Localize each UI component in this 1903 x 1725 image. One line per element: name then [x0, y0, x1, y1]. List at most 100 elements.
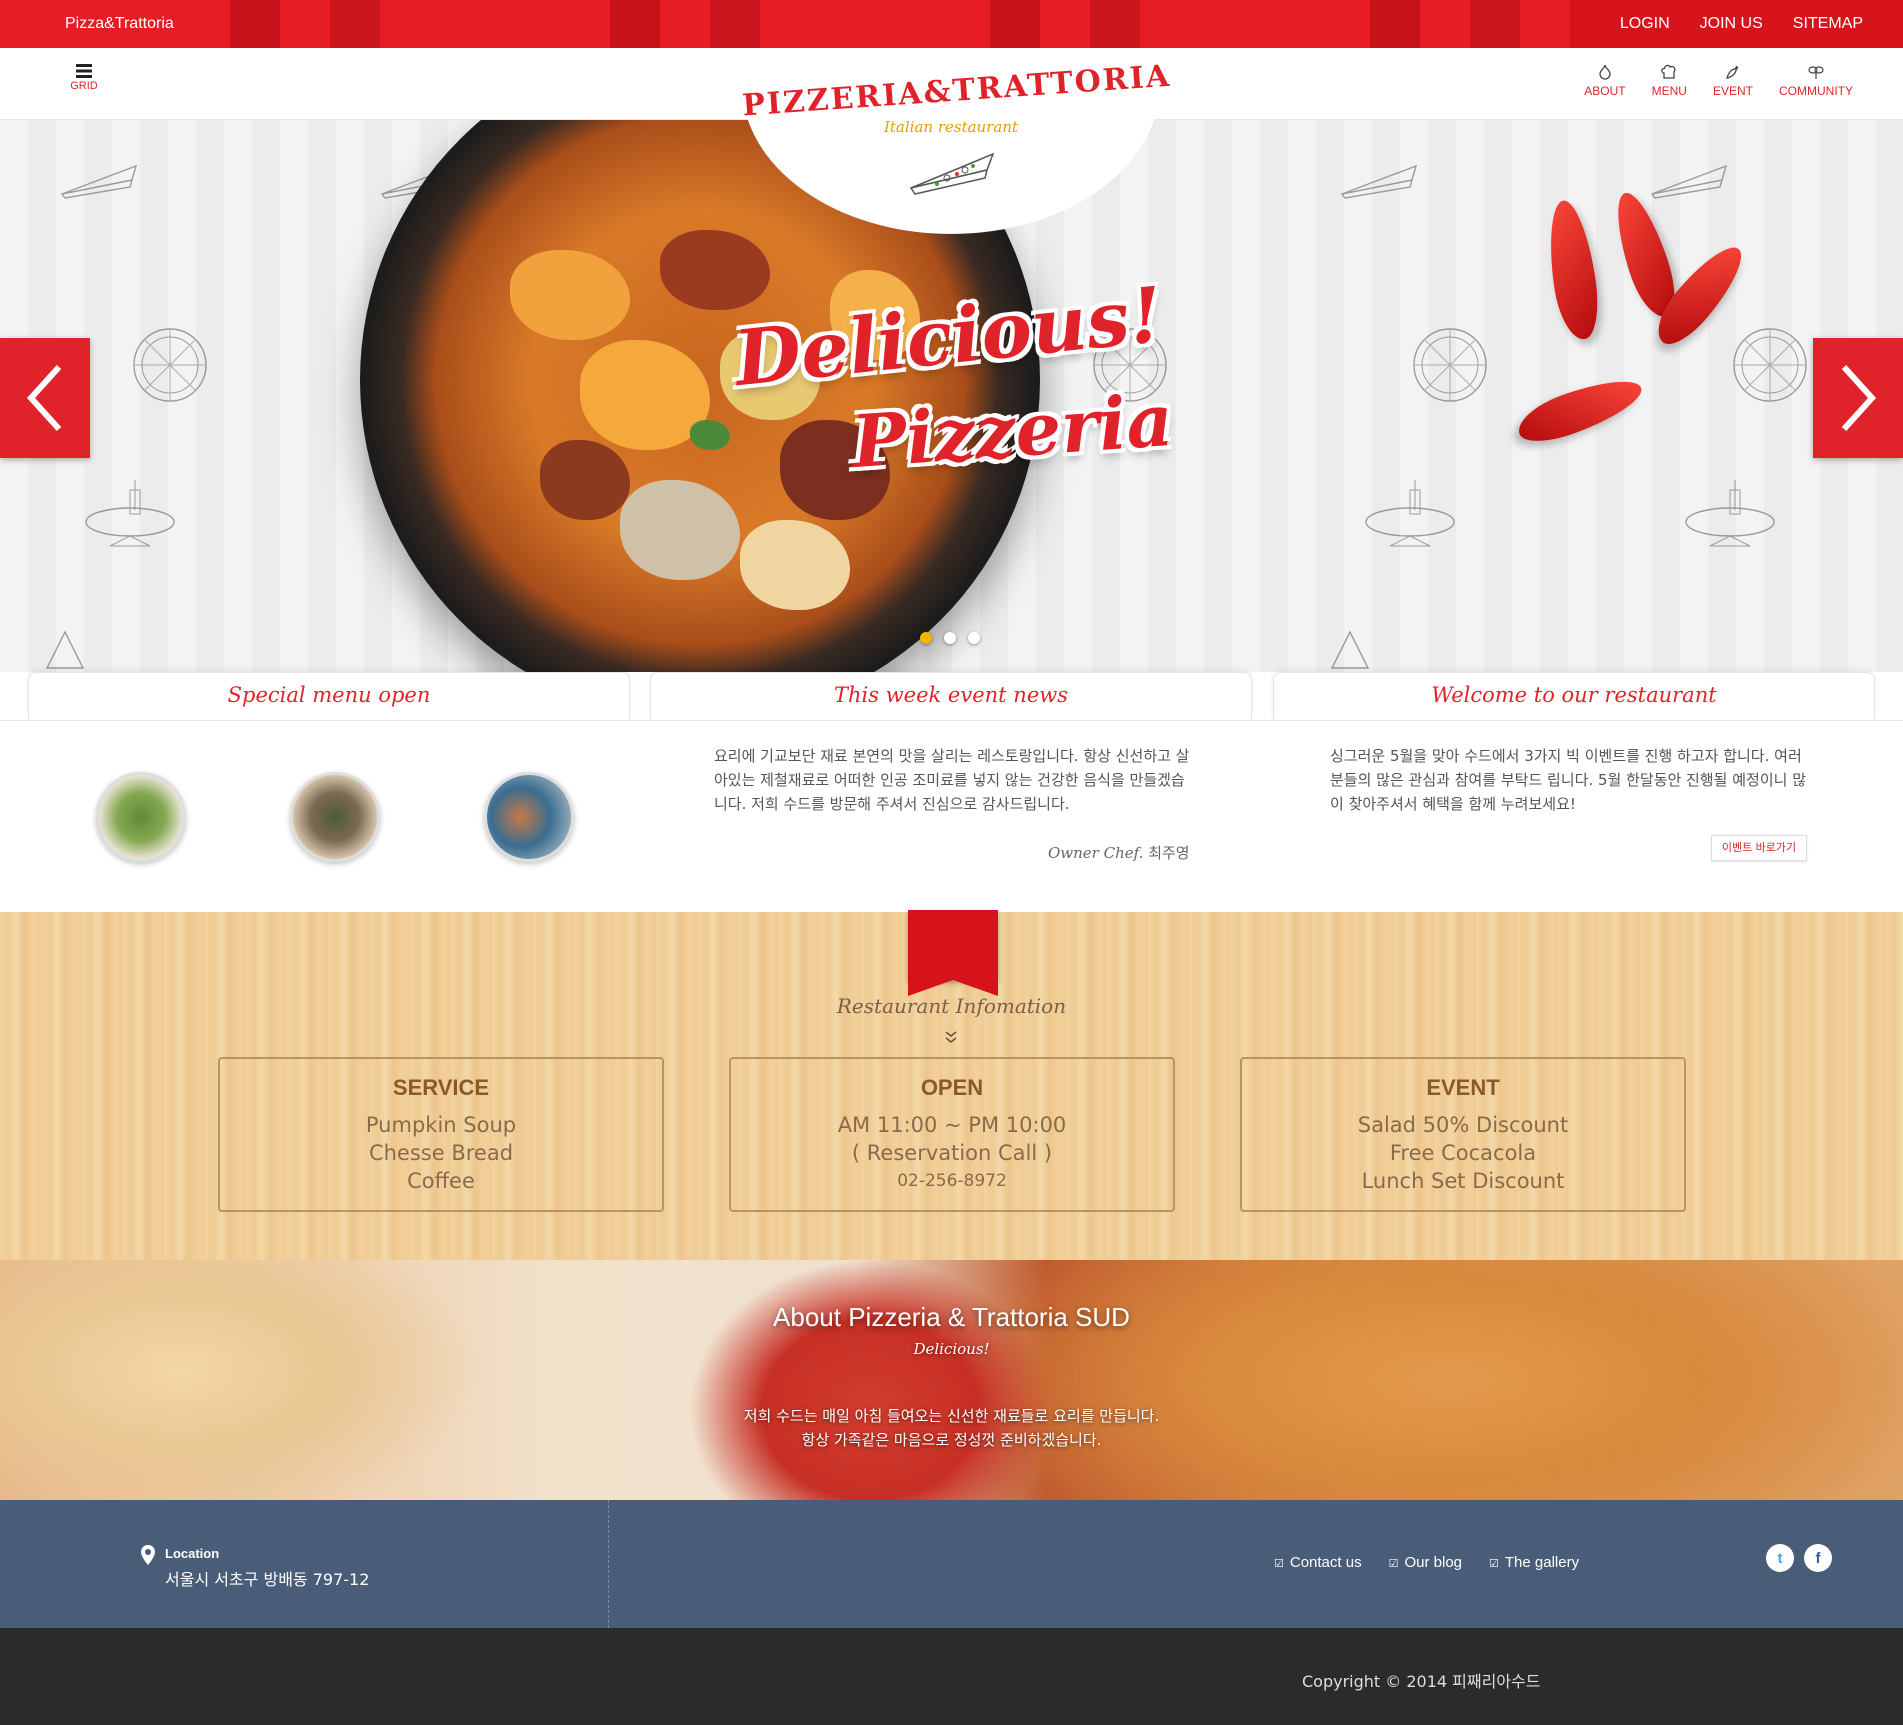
pizza-slice-icon	[909, 152, 995, 195]
hamburger-icon	[76, 64, 92, 78]
nav-item-about[interactable]: ABOUT	[1584, 64, 1626, 98]
facebook-icon[interactable]: f	[1804, 1544, 1832, 1572]
nav-item-event[interactable]: EVENT	[1713, 64, 1753, 98]
grid-label: GRID	[70, 80, 98, 92]
nav-event-label: EVENT	[1712, 84, 1753, 98]
join-us-link[interactable]: JOIN US	[1700, 0, 1763, 48]
info-title: Restaurant Infomation	[836, 994, 1067, 1018]
slider-dot[interactable]	[920, 632, 932, 644]
whole-pizza-sketch-icon	[1413, 328, 1487, 402]
nav-item-menu[interactable]: MENU	[1652, 64, 1687, 98]
event-shortcut-button[interactable]: 이벤트 바로가기	[1711, 835, 1807, 861]
pizza-sketch-icon	[60, 164, 138, 199]
chili-pepper-image	[1512, 368, 1648, 452]
main-nav: ABOUT MENU EVENT COMMUNITY	[1558, 64, 1853, 98]
welcome-text: 싱그러운 5월을 맞아 수드에서 3가지 빅 이벤트를 진행 하고자 합니다. …	[1330, 747, 1806, 813]
event-item: Salad 50% Discount	[1357, 1113, 1569, 1137]
event-heading: EVENT	[1426, 1075, 1500, 1100]
service-item: Pumpkin Soup	[365, 1113, 517, 1137]
service-item: Chesse Bread	[368, 1141, 514, 1165]
table-sketch-icon	[1365, 480, 1455, 547]
table-sketch-icon	[1685, 480, 1775, 547]
location-address: 서울시 서초구 방배동 797-12	[165, 1570, 370, 1589]
welcome-header: Welcome to our restaurant	[1273, 672, 1875, 720]
nav-item-community[interactable]: COMMUNITY	[1779, 64, 1853, 98]
about-section: About Pizzeria & Trattoria SUD Delicious…	[0, 1260, 1903, 1500]
footer: Location 서울시 서초구 방배동 797-12 ☑ Contact us …	[0, 1500, 1903, 1628]
sitemap-link[interactable]: SITEMAP	[1793, 0, 1863, 48]
event-item: Free Cocacola	[1389, 1141, 1537, 1165]
footer-divider	[608, 1500, 609, 1628]
twitter-icon[interactable]: t	[1766, 1544, 1794, 1572]
slice-sketch-icon	[1330, 630, 1370, 669]
special-menu-title: Special menu open	[227, 683, 431, 707]
double-chevron-down-icon	[945, 1031, 957, 1043]
pizza-sketch-icon	[1650, 164, 1728, 199]
the-gallery-label: The gallery	[1504, 1554, 1580, 1571]
table-sketch-icon	[85, 480, 175, 547]
menu-thumbnail-plate[interactable]	[290, 772, 380, 862]
slider-dot[interactable]	[968, 632, 980, 644]
copyright-bar: Copyright © 2014 피째리아수드	[0, 1628, 1903, 1725]
site-brand[interactable]: Pizza&Trattoria	[65, 0, 174, 48]
service-heading: SERVICE	[392, 1075, 490, 1100]
slider-pagination	[920, 632, 992, 644]
menu-thumbnail-table[interactable]	[484, 772, 574, 862]
location-label: Location	[165, 1546, 220, 1561]
chevron-left-icon	[26, 364, 62, 432]
the-gallery-link[interactable]: ☑ The gallery	[1489, 1554, 1579, 1571]
chevron-right-icon	[1841, 364, 1877, 432]
slice-sketch-icon	[45, 630, 85, 669]
pepper-icon	[1726, 65, 1739, 79]
divider	[0, 720, 1903, 721]
logo-name: PIZZERIA&TRATTORIA	[741, 58, 1173, 124]
owner-chef-signature: Owner Chef. 최주영	[1048, 842, 1190, 863]
about-subtitle: Delicious!	[913, 1340, 990, 1358]
feature-cards: Special menu open This week event news 요…	[0, 672, 1903, 912]
nav-about-label: ABOUT	[1584, 84, 1626, 98]
service-item: Coffee	[407, 1169, 475, 1193]
reservation-phone[interactable]: 02-256-8972	[731, 1167, 1173, 1195]
about-line: 저희 수드는 매일 아침 들여오는 신선한 재료들로 요리를 만듭니다.	[743, 1407, 1160, 1425]
open-hours-box: OPEN AM 11:00 ~ PM 10:00 ( Reservation C…	[729, 1057, 1175, 1212]
contact-us-link[interactable]: ☑ Contact us	[1274, 1554, 1362, 1571]
owner-role: Owner Chef.	[1048, 844, 1144, 862]
slider-dot[interactable]	[944, 632, 956, 644]
restaurant-info-section: Restaurant Infomation SERVICE Pumpkin So…	[0, 910, 1903, 1260]
top-utility-bar: Pizza&Trattoria LOGIN JOIN US SITEMAP	[0, 0, 1903, 48]
nav-menu-label: MENU	[1651, 84, 1687, 98]
about-line: 항상 가족같은 마음으로 정성껏 준비하겠습니다.	[801, 1431, 1102, 1449]
checkbox-icon: ☑	[1388, 1558, 1399, 1570]
event-news-title: This week event news	[834, 683, 1068, 707]
logo-tagline: Italian restaurant	[883, 118, 1019, 136]
grid-menu-button[interactable]: GRID	[68, 64, 100, 92]
checkbox-icon: ☑	[1489, 1558, 1499, 1570]
slider-next-button[interactable]	[1813, 338, 1903, 458]
our-blog-link[interactable]: ☑ Our blog	[1389, 1554, 1462, 1571]
menu-thumbnail-salad[interactable]	[96, 772, 186, 862]
footer-links: ☑ Contact us ☑ Our blog ☑ The gallery	[1274, 1554, 1606, 1571]
location-pin-icon	[141, 1545, 155, 1565]
open-hours: AM 11:00 ~ PM 10:00	[837, 1113, 1067, 1137]
about-title: About Pizzeria & Trattoria SUD	[773, 1302, 1130, 1332]
slider-prev-button[interactable]	[0, 338, 90, 458]
event-item: Lunch Set Discount	[1361, 1169, 1565, 1193]
about-description: 저희 수드는 매일 아침 들여오는 신선한 재료들로 요리를 만듭니다. 항상 …	[0, 1404, 1903, 1452]
checkbox-icon: ☑	[1274, 1558, 1284, 1570]
chef-hat-icon	[1661, 64, 1676, 79]
garlic-icon	[1599, 64, 1611, 80]
copyright-text: Copyright © 2014 피째리아수드	[1302, 1672, 1541, 1691]
special-menu-header: Special menu open	[28, 672, 630, 720]
nav-community-label: COMMUNITY	[1779, 84, 1853, 98]
whole-pizza-sketch-icon	[1733, 328, 1807, 402]
chili-pepper-image	[1542, 197, 1604, 343]
service-box: SERVICE Pumpkin Soup Chesse Bread Coffee	[218, 1057, 664, 1212]
our-blog-label: Our blog	[1404, 1554, 1463, 1571]
welcome-title: Welcome to our restaurant	[1431, 683, 1717, 707]
pizza-sketch-icon	[1340, 164, 1418, 199]
event-box: EVENT Salad 50% Discount Free Cocacola L…	[1240, 1057, 1686, 1212]
reservation-label: ( Reservation Call )	[851, 1141, 1053, 1165]
login-link[interactable]: LOGIN	[1620, 0, 1670, 48]
whole-pizza-sketch-icon	[133, 328, 207, 402]
leaves-icon	[1808, 66, 1824, 79]
